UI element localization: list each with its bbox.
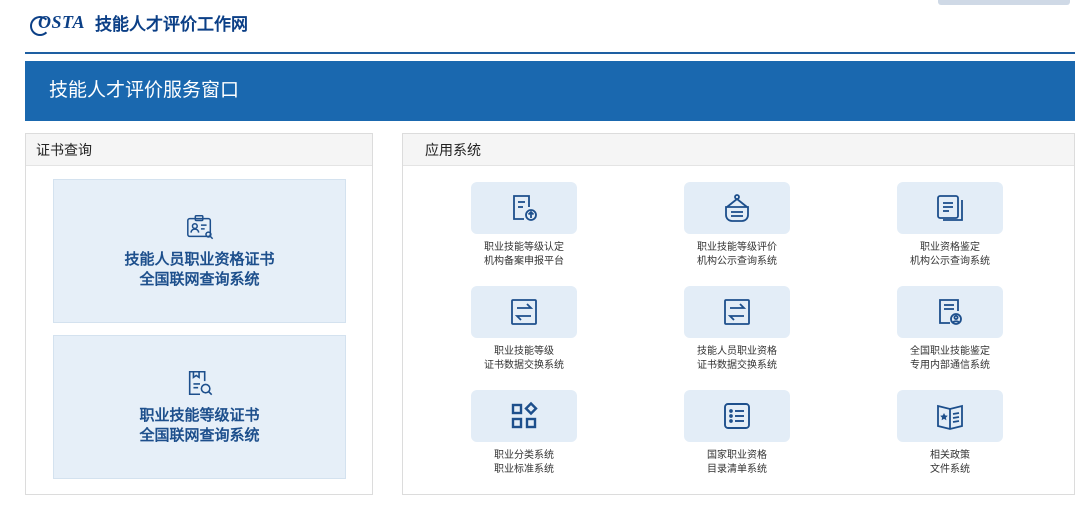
app-label: 职业技能等级认定 机构备案申报平台 [449, 241, 599, 269]
app-label-line1: 全国职业技能鉴定 [910, 346, 990, 357]
app-icon-box [471, 286, 577, 338]
application-systems-panel: 应用系统 职业技能等级认定 机构备案申报平台 职业技能等级评价 机构公示查询系统… [402, 133, 1075, 495]
id-card-search-icon [186, 215, 213, 240]
app-label: 职业技能等级 证书数据交换系统 [449, 345, 599, 373]
app-label: 全国职业技能鉴定 专用内部通信系统 [875, 345, 1025, 373]
app-icon-box [471, 182, 577, 234]
app-icon-box [684, 182, 790, 234]
banner-title: 技能人才评价服务窗口 [49, 80, 240, 101]
app-tile-qualification-institutions[interactable]: 职业资格鉴定 机构公示查询系统 [875, 182, 1025, 269]
cert-card-skill-level[interactable]: 职业技能等级证书 全国联网查询系统 [53, 335, 346, 479]
cert-card-title-line1: 技能人员职业资格证书 [124, 251, 275, 268]
app-label: 国家职业资格 目录清单系统 [662, 449, 812, 477]
document-stack-icon [937, 195, 963, 221]
app-label-line1: 职业技能等级评价 [697, 242, 777, 253]
app-icon-box [897, 182, 1003, 234]
app-label-line1: 职业技能等级认定 [484, 242, 564, 253]
app-tile-qualification-catalog[interactable]: 国家职业资格 目录清单系统 [662, 390, 812, 477]
site-title: 技能人才评价工作网 [95, 14, 249, 34]
app-label: 职业资格鉴定 机构公示查询系统 [875, 241, 1025, 269]
upload-document-icon [513, 195, 537, 221]
site-logo[interactable]: OSTA 技能人才评价工作网 [29, 9, 249, 36]
app-tile-filing-platform[interactable]: 职业技能等级认定 机构备案申报平台 [449, 182, 599, 269]
app-icon-box [684, 286, 790, 338]
app-label-line2: 职业标准系统 [494, 464, 554, 475]
app-tile-qualification-cert-exchange[interactable]: 技能人员职业资格 证书数据交换系统 [662, 286, 812, 373]
panel-heading: 应用系统 [403, 134, 1074, 166]
hanging-sign-icon [725, 194, 749, 222]
app-label-line1: 职业分类系统 [494, 450, 554, 461]
exchange-arrows-icon [511, 299, 537, 325]
app-label-line2: 目录清单系统 [707, 464, 767, 475]
app-label: 职业技能等级评价 机构公示查询系统 [662, 241, 812, 269]
app-tile-skill-cert-exchange[interactable]: 职业技能等级 证书数据交换系统 [449, 286, 599, 373]
app-label-line2: 机构备案申报平台 [484, 256, 564, 267]
certificate-query-panel: 证书查询 技能人员职业资格证书 全国联网查询系统 职业技能等级证书 全国联网查询… [25, 133, 373, 495]
top-right-links[interactable] [938, 0, 1070, 5]
app-label-line1: 国家职业资格 [707, 450, 767, 461]
app-label-line1: 职业资格鉴定 [920, 242, 980, 253]
app-label-line2: 证书数据交换系统 [484, 360, 564, 371]
app-tile-occupation-classification[interactable]: 职业分类系统 职业标准系统 [449, 390, 599, 477]
app-label-line1: 职业技能等级 [494, 346, 554, 357]
app-label-line2: 文件系统 [930, 464, 970, 475]
app-label-line2: 专用内部通信系统 [910, 360, 990, 371]
app-label: 相关政策 文件系统 [875, 449, 1025, 477]
cert-card-title-line2: 全国联网查询系统 [139, 427, 260, 444]
app-label-line2: 证书数据交换系统 [697, 360, 777, 371]
app-icon-box [684, 390, 790, 442]
app-tile-evaluation-institutions[interactable]: 职业技能等级评价 机构公示查询系统 [662, 182, 812, 269]
app-icon-box [897, 286, 1003, 338]
document-search-icon [188, 370, 212, 396]
app-label-line1: 相关政策 [930, 450, 970, 461]
document-user-icon [939, 299, 962, 325]
app-tile-policy-documents[interactable]: 相关政策 文件系统 [875, 390, 1025, 477]
panel-heading: 证书查询 [26, 134, 372, 166]
osta-logo-mark: OSTA [29, 12, 85, 36]
cert-card-label: 技能人员职业资格证书 全国联网查询系统 [124, 250, 274, 290]
category-grid-icon [511, 401, 538, 429]
exchange-arrows-icon [724, 299, 750, 325]
cert-card-title-line1: 职业技能等级证书 [139, 407, 260, 424]
app-label-line1: 技能人员职业资格 [697, 346, 777, 357]
app-icon-box [897, 390, 1003, 442]
header-divider [25, 52, 1075, 54]
cert-card-label: 职业技能等级证书 全国联网查询系统 [139, 406, 259, 446]
cert-card-title-line2: 全国联网查询系统 [139, 271, 260, 288]
app-label-line2: 机构公示查询系统 [910, 256, 990, 267]
app-label: 职业分类系统 职业标准系统 [449, 449, 599, 477]
app-icon-box [471, 390, 577, 442]
list-icon [724, 403, 750, 429]
cert-card-vocational-qualification[interactable]: 技能人员职业资格证书 全国联网查询系统 [53, 179, 346, 323]
banner: 技能人才评价服务窗口 [25, 61, 1075, 121]
app-label: 技能人员职业资格 证书数据交换系统 [662, 345, 812, 373]
app-tile-internal-communication[interactable]: 全国职业技能鉴定 专用内部通信系统 [875, 286, 1025, 373]
app-label-line2: 机构公示查询系统 [697, 256, 777, 267]
star-book-icon [937, 404, 963, 430]
